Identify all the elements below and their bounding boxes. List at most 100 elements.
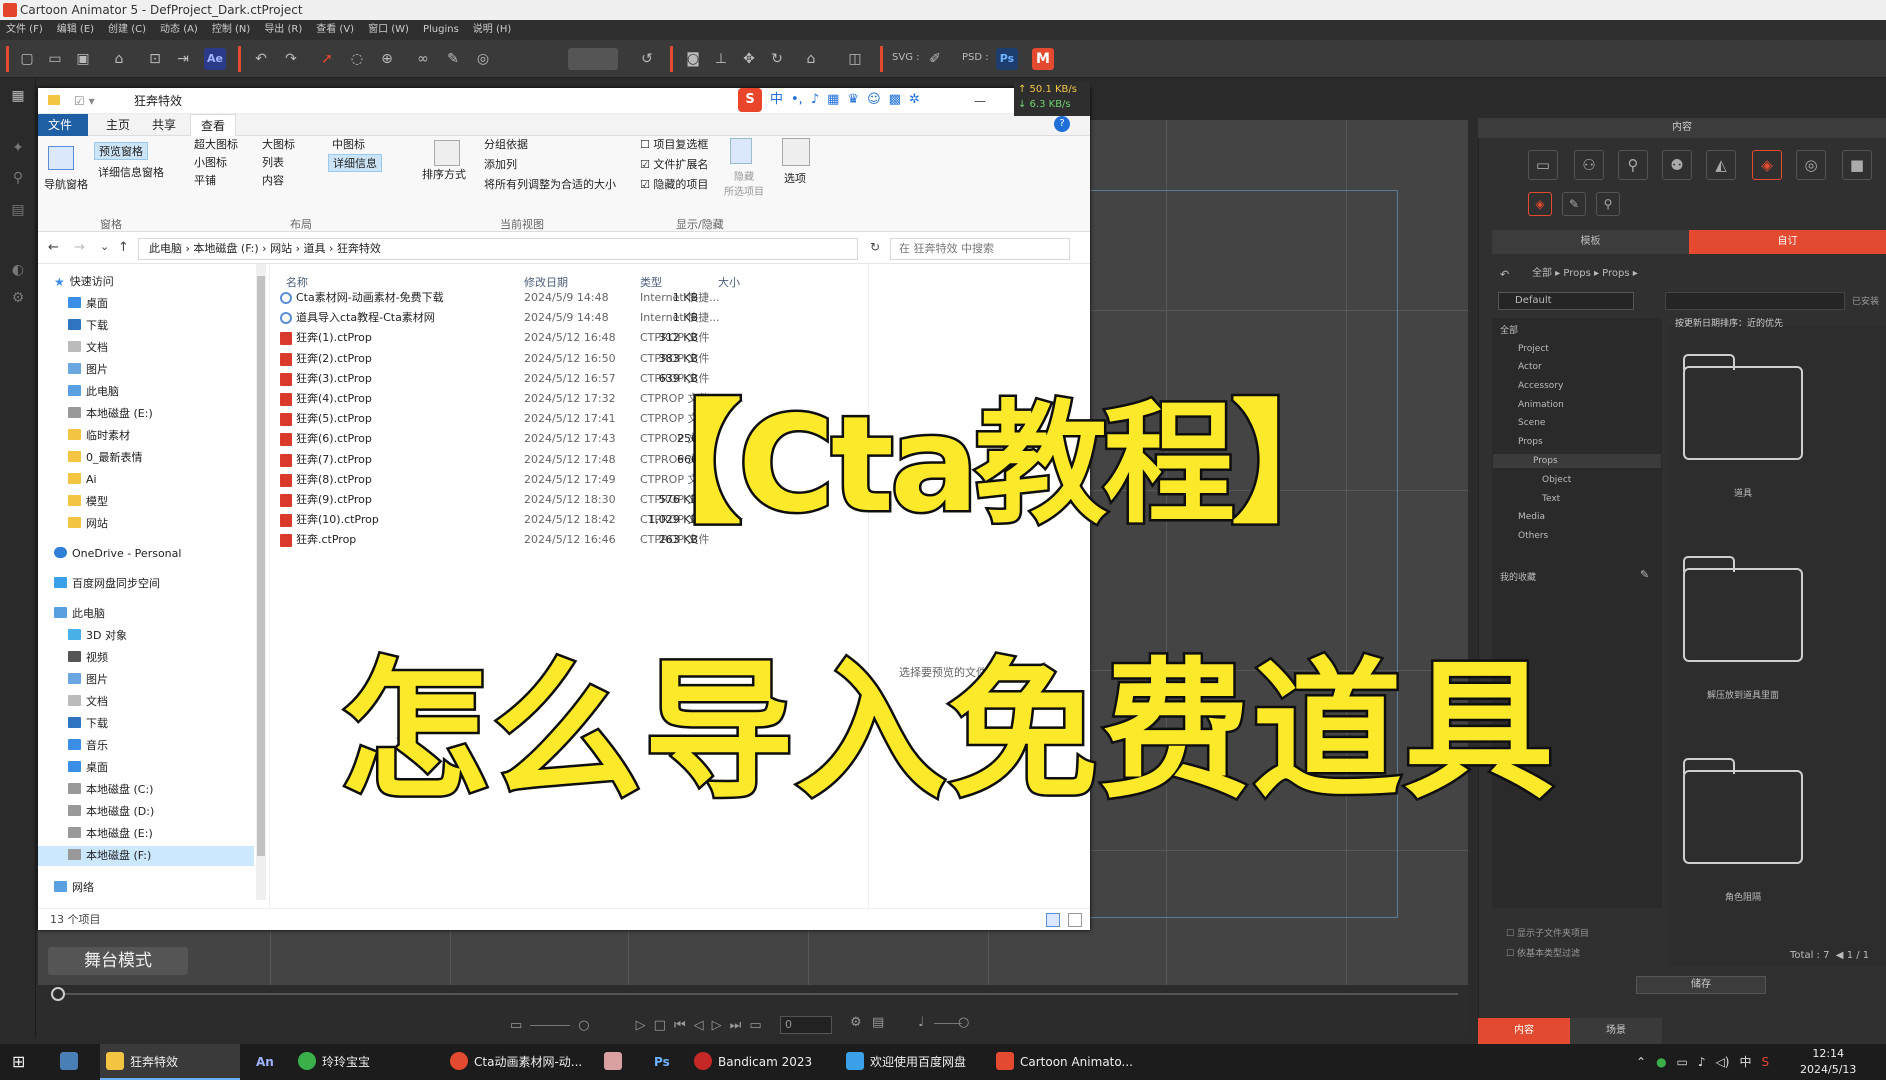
back-icon[interactable]: ←	[48, 240, 59, 255]
nav-item[interactable]: 模型	[68, 492, 108, 512]
move-view-icon[interactable]: ✥	[738, 48, 760, 70]
sogou-tray-icon[interactable]: S	[1762, 1044, 1770, 1080]
minimize-icon[interactable]: —	[974, 88, 986, 114]
details-pane-button[interactable]: 详细信息窗格	[98, 164, 164, 180]
animation-category-icon[interactable]: ⚉	[1662, 150, 1692, 180]
nav-item[interactable]: 3D 对象	[68, 626, 127, 646]
m-plugin-icon[interactable]: M	[1032, 48, 1054, 70]
import-icon[interactable]: ⊡	[144, 48, 166, 70]
props-category-icon[interactable]: ◈	[1752, 150, 1782, 180]
ime-indicator[interactable]: 中	[1739, 1044, 1751, 1080]
nav-item[interactable]: OneDrive - Personal	[54, 544, 181, 564]
nav-item[interactable]: ★ 快速访问	[54, 272, 114, 292]
nav-item[interactable]: 网络	[54, 878, 94, 898]
favorites-label[interactable]: 我的收藏	[1500, 570, 1536, 583]
refresh-icon[interactable]: ↻	[870, 240, 880, 254]
recent-icon[interactable]: ⌄	[100, 240, 109, 253]
nav-item[interactable]: 桌面	[68, 758, 108, 778]
file-row[interactable]: 狂奔(1).ctProp 2024/5/12 16:48 CTPROP 文件 312 …	[278, 328, 838, 348]
menu-export[interactable]: 导出 (R)	[264, 20, 302, 40]
file-row[interactable]: Cta素材网-动画素材-免费下载 2024/5/9 14:48 Internet 快…	[278, 288, 838, 308]
taskbar-item-chrome[interactable]: Cta动画素材网-动...	[450, 1044, 590, 1080]
breadcrumb-item[interactable]: 本地磁盘 (F:)	[193, 242, 258, 255]
layout-medium[interactable]: 中图标	[332, 136, 365, 152]
ime-voice[interactable]: ♪	[811, 88, 819, 112]
sogou-logo-icon[interactable]: S	[738, 88, 762, 112]
object-sub-icon[interactable]: ✎	[1562, 192, 1586, 216]
actor-category-icon[interactable]: ⚇	[1574, 150, 1604, 180]
folder-category-icon[interactable]: ▭	[1528, 150, 1558, 180]
tray-chevron-icon[interactable]: ⌃	[1636, 1044, 1646, 1080]
menu-window[interactable]: 窗口 (W)	[368, 20, 409, 40]
add-column-button[interactable]: 添加列	[484, 156, 517, 172]
pan-icon[interactable]: ↺	[636, 48, 658, 70]
mirror-icon[interactable]: ◫	[844, 48, 866, 70]
zoom-field[interactable]	[568, 48, 618, 70]
system-clock[interactable]: 12:14 2024/5/13	[1800, 1046, 1856, 1078]
nav-item[interactable]: 文档	[68, 338, 108, 358]
menu-create[interactable]: 创建 (C)	[108, 20, 146, 40]
large-icons-view-icon[interactable]	[1068, 913, 1082, 927]
camera-icon[interactable]: ◙	[682, 48, 704, 70]
media-category-icon[interactable]: ◎	[1796, 150, 1826, 180]
installed-label[interactable]: 已安装	[1852, 294, 1879, 307]
nav-item[interactable]: 此电脑	[54, 604, 105, 624]
options-button[interactable]: 选项	[784, 170, 806, 186]
others-category-icon[interactable]: ■	[1842, 150, 1872, 180]
tree-item-props[interactable]: Props	[1518, 435, 1543, 449]
layout-content[interactable]: 内容	[262, 172, 284, 188]
nav-item[interactable]: 音乐	[68, 736, 108, 756]
details-view-icon[interactable]	[1046, 913, 1060, 927]
export-icon[interactable]: ⇥	[172, 48, 194, 70]
last-frame-icon[interactable]: ⏭	[730, 1018, 742, 1033]
help-icon[interactable]: ?	[1054, 116, 1070, 132]
nav-item[interactable]: 本地磁盘 (D:)	[68, 802, 154, 822]
hide-selected-icon[interactable]	[730, 138, 752, 164]
layout-list[interactable]: 列表	[262, 154, 284, 170]
tab-share[interactable]: 共享	[142, 114, 186, 136]
mic-icon[interactable]: ♪	[1698, 1044, 1706, 1080]
nav-item[interactable]: 视频	[68, 648, 108, 668]
quick-access-toolbar[interactable]: ☑ ▾	[74, 88, 95, 114]
emoji-icon[interactable]: ☺	[867, 88, 881, 112]
preset-dropdown[interactable]: Default	[1498, 292, 1634, 310]
nav-item[interactable]: 下载	[68, 316, 108, 336]
select-icon[interactable]: ➚	[316, 48, 338, 70]
rotate-icon[interactable]: ↻	[766, 48, 788, 70]
range-icon[interactable]: ▭	[749, 1018, 761, 1033]
text-sub-icon[interactable]: ⚲	[1596, 192, 1620, 216]
nav-item[interactable]: 图片	[68, 360, 108, 380]
snap-icon[interactable]: ◎	[472, 48, 494, 70]
toolbox-icon[interactable]: ▩	[889, 88, 901, 112]
props-sub-icon[interactable]: ◈	[1528, 192, 1552, 216]
tree-item-project[interactable]: Project	[1518, 342, 1549, 356]
nav-item-selected[interactable]: 本地磁盘 (F:)	[38, 846, 254, 866]
scene-category-icon[interactable]: ◭	[1706, 150, 1736, 180]
taskbar-item-baidu[interactable]: 欢迎使用百度网盘	[846, 1044, 986, 1080]
nav-pane-button[interactable]: 导航窗格	[44, 176, 88, 192]
skin-icon[interactable]: ♛	[847, 88, 859, 112]
redo-icon[interactable]: ↷	[280, 48, 302, 70]
task-view-icon[interactable]	[60, 1044, 84, 1080]
speed-slider[interactable]	[530, 1024, 571, 1026]
menu-help[interactable]: 说明 (H)	[473, 20, 512, 40]
tool-e-icon[interactable]: ⚙	[8, 290, 28, 310]
folder-icon[interactable]	[1683, 556, 1803, 662]
frame-icon[interactable]: ▤	[872, 1015, 884, 1030]
stop-icon[interactable]: □	[654, 1018, 666, 1033]
nav-item[interactable]: 网站	[68, 514, 108, 534]
nav-item[interactable]: 0_最新表情	[68, 448, 143, 468]
content-search-input[interactable]	[1665, 292, 1845, 310]
prev-frame-icon[interactable]: ◁	[694, 1018, 704, 1033]
volume-knob-icon[interactable]: ○	[958, 1015, 969, 1030]
nav-item[interactable]: 本地磁盘 (E:)	[68, 824, 153, 844]
nav-item[interactable]: 本地磁盘 (C:)	[68, 780, 153, 800]
layout-small[interactable]: 小图标	[194, 154, 227, 170]
tree-item-actor[interactable]: Actor	[1518, 360, 1542, 374]
volume-icon[interactable]: ♩	[918, 1015, 924, 1030]
taskbar-item-avatar[interactable]	[604, 1044, 628, 1080]
folder-icon[interactable]	[1683, 354, 1803, 460]
tab-scene[interactable]: 场景	[1570, 1018, 1662, 1044]
tree-item-text[interactable]: Text	[1542, 492, 1560, 506]
search-input[interactable]: 在 狂奔特效 中搜索	[890, 238, 1070, 260]
